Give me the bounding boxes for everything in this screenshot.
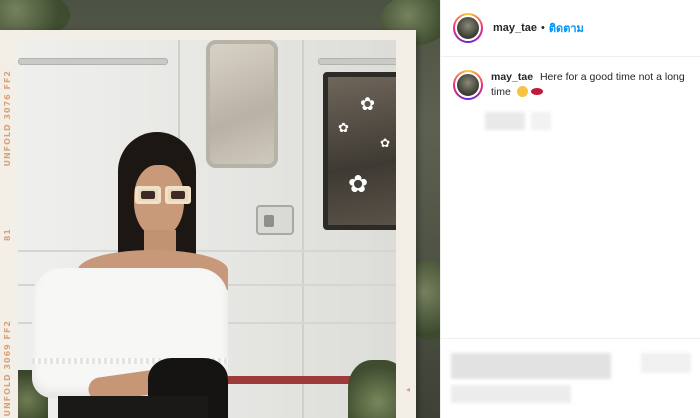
- flower-decal: ✿: [360, 94, 376, 114]
- separator-dot: •: [541, 22, 545, 34]
- door-window: [206, 40, 278, 168]
- author-avatar[interactable]: [453, 13, 483, 43]
- post-footer: [441, 338, 700, 418]
- post-photo[interactable]: UNFOLD 3076 FF2 81 UNFOLD 3069 FF2 ◂ ✿ ✿…: [0, 0, 440, 418]
- flower-decal: ✿: [348, 171, 369, 198]
- film-edge-text-bottom: UNFOLD 3069 FF2: [3, 320, 12, 417]
- avatar-image: [455, 72, 481, 98]
- author-username[interactable]: may_tae: [493, 22, 537, 34]
- caption-body: may_tae Here for a good time not a long …: [491, 70, 691, 100]
- film-edge-text-top: UNFOLD 3076 FF2: [3, 70, 12, 167]
- polaroid-frame: UNFOLD 3076 FF2 81 UNFOLD 3069 FF2 ◂ ✿ ✿…: [0, 30, 416, 418]
- sunglasses-lens: [165, 186, 191, 204]
- comments-panel: may_tae • ติดตาม may_tae Here for a good…: [440, 0, 700, 418]
- caravan-rail: [18, 58, 168, 65]
- blurred-area: [451, 385, 571, 403]
- blurred-area: [451, 353, 611, 379]
- film-edge-text-mid: 81: [3, 228, 12, 242]
- lips-emoji-icon: [530, 88, 543, 95]
- door-handle: [256, 205, 294, 235]
- flower-decal: ✿: [380, 136, 391, 150]
- caption-avatar[interactable]: [453, 70, 483, 100]
- photo-scene: ✿ ✿ ✿ ✿: [18, 40, 396, 418]
- caption-comment: may_tae Here for a good time not a long …: [453, 70, 693, 100]
- caravan-seam: [302, 40, 304, 418]
- caption-username[interactable]: may_tae: [491, 71, 536, 83]
- skirt: [58, 396, 208, 418]
- caravan-seam: [18, 250, 396, 252]
- flower-decal: ✿: [338, 120, 349, 135]
- film-edge-mark: ◂: [405, 385, 410, 394]
- blurred-area: [641, 353, 691, 373]
- side-window: ✿ ✿ ✿ ✿: [323, 72, 396, 230]
- sunglasses-lens: [135, 186, 161, 204]
- plant: [348, 360, 396, 418]
- blurred-area: [531, 112, 551, 130]
- blurred-area: [485, 112, 525, 130]
- follow-button[interactable]: ติดตาม: [549, 19, 584, 37]
- avatar-image: [455, 15, 481, 41]
- clapping-hands-emoji-icon: [516, 86, 528, 97]
- caravan-rail: [318, 58, 396, 65]
- post-header: may_tae • ติดตาม: [441, 0, 700, 57]
- sunglasses: [135, 186, 193, 204]
